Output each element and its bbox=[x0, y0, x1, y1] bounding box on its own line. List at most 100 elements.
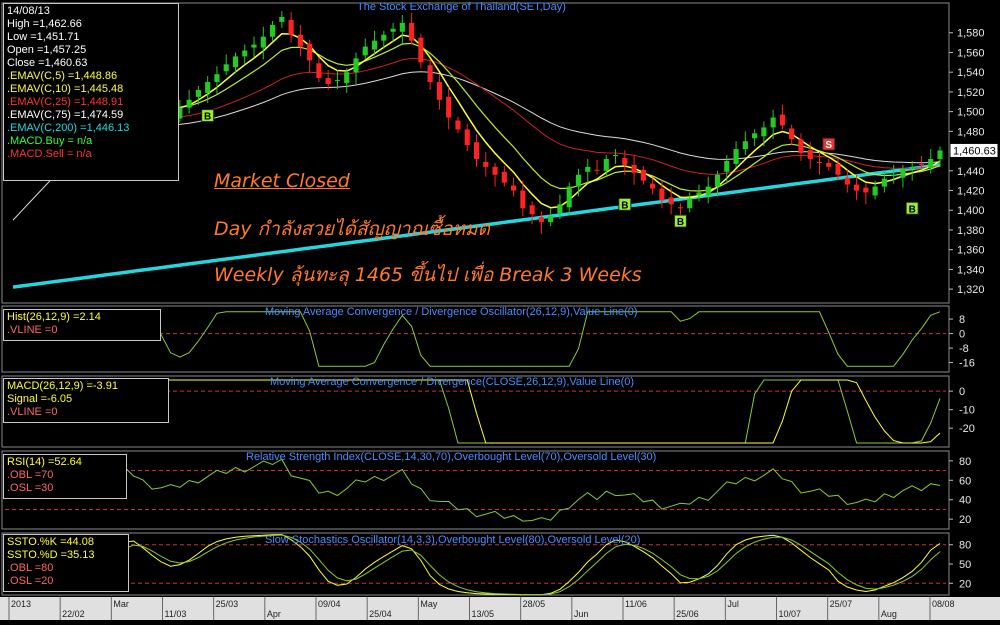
date-tick-label: 25/07 bbox=[830, 599, 853, 609]
signal-marker-label: B bbox=[909, 204, 916, 215]
candle-body bbox=[325, 78, 331, 85]
info-close: Close =1,460.63 bbox=[7, 57, 88, 69]
info-high: High =1,462.66 bbox=[7, 18, 82, 30]
candle-body bbox=[195, 89, 201, 97]
candle-body bbox=[622, 157, 628, 165]
candle-body bbox=[529, 205, 535, 215]
info-open: Open =1,457.25 bbox=[7, 44, 87, 56]
annotation-day: Day กำลังสวยได้สัญญาณซื้อหมด bbox=[214, 218, 490, 240]
price-tick-label: 1,500 bbox=[957, 107, 985, 119]
candle-body bbox=[455, 120, 461, 130]
macd-panel-title: Moving Average Convergence / Divergence(… bbox=[270, 376, 635, 388]
info-low: Low =1,451.71 bbox=[7, 31, 80, 43]
candle-body bbox=[566, 186, 572, 208]
candle-body bbox=[789, 128, 795, 140]
macd-info-box: MACD(26,12,9) =-3.91 Signal =-6.05 .VLIN… bbox=[3, 378, 169, 423]
candle-body bbox=[483, 161, 489, 167]
date-tick-label: 2013 bbox=[11, 599, 31, 609]
rsi-value: RSI(14) =52.64 bbox=[7, 456, 82, 468]
candle-body bbox=[446, 96, 452, 118]
candle-body bbox=[344, 72, 350, 84]
candle-body bbox=[826, 162, 832, 167]
price-tick-label: 1,380 bbox=[957, 225, 985, 237]
rsi-tick-label: 40 bbox=[959, 495, 971, 507]
date-tick-label: 13/05 bbox=[472, 609, 495, 619]
candle-body bbox=[705, 186, 711, 196]
date-tick-label: Aug bbox=[881, 609, 897, 619]
candle-body bbox=[436, 82, 442, 100]
candle-body bbox=[557, 204, 563, 214]
signal-marker-label: S bbox=[825, 140, 832, 151]
candle-body bbox=[779, 114, 785, 126]
candle-body bbox=[575, 174, 582, 187]
candle-body bbox=[640, 169, 646, 181]
date-tick-label: 25/06 bbox=[676, 609, 699, 619]
candle-body bbox=[473, 142, 480, 159]
price-tick-label: 1,560 bbox=[957, 47, 985, 59]
hist-tick-label: -8 bbox=[959, 343, 969, 355]
macd-signal: Signal =-6.05 bbox=[7, 393, 73, 405]
candle-body bbox=[362, 46, 368, 56]
stoch-tick-label: 80 bbox=[959, 540, 971, 552]
candle-body bbox=[381, 34, 387, 41]
candle-body bbox=[214, 74, 220, 83]
candle-body bbox=[371, 40, 378, 50]
candle-body bbox=[909, 166, 915, 169]
stock-chart[interactable]: 1,5801,5601,5401,5201,5001,4801,4601,440… bbox=[0, 0, 1000, 620]
macd-tick-label: -20 bbox=[959, 423, 975, 435]
date-tick-label: Mar bbox=[113, 599, 129, 609]
hist-value: Hist(26,12,9) =2.14 bbox=[7, 311, 101, 323]
signal-marker-label: B bbox=[204, 112, 211, 123]
info-macd-sell: .MACD.Sell = n/a bbox=[7, 148, 92, 160]
candle-body bbox=[612, 155, 619, 157]
rsi-tick-label: 20 bbox=[959, 514, 971, 526]
date-tick-label: Apr bbox=[267, 609, 281, 619]
candle-body bbox=[714, 174, 721, 187]
stoch-tick-label: 20 bbox=[959, 578, 971, 590]
date-tick-label: May bbox=[420, 599, 438, 609]
date-tick-label: 11/06 bbox=[625, 599, 647, 609]
price-tick-label: 1,520 bbox=[957, 87, 985, 99]
candle-body bbox=[464, 129, 470, 146]
candle-body bbox=[752, 133, 758, 139]
candle-body bbox=[798, 139, 804, 154]
candle-body bbox=[677, 207, 684, 209]
macd-vline: .VLINE =0 bbox=[7, 406, 58, 418]
rsi-tick-label: 80 bbox=[959, 456, 971, 468]
rsi-osl: .OSL =30 bbox=[7, 482, 54, 494]
rsi-info-box: RSI(14) =52.64 .OBL =70 .OSL =30 bbox=[3, 454, 127, 499]
candle-body bbox=[900, 168, 906, 178]
candle-body bbox=[844, 177, 850, 185]
price-panel-title: The Stock Exchange of Thailand(SET,Day) bbox=[357, 1, 566, 13]
candle-body bbox=[761, 127, 767, 137]
candle-body bbox=[835, 163, 841, 175]
info-ema10: .EMAV(C,10) =1,445.48 bbox=[7, 83, 124, 95]
price-tick-label: 1,340 bbox=[957, 264, 985, 276]
hist-tick-label: 8 bbox=[959, 314, 965, 326]
price-tick-label: 1,440 bbox=[957, 166, 985, 178]
rsi-tick-label: 60 bbox=[959, 475, 971, 487]
candle-body bbox=[316, 63, 322, 79]
date-tick-label: 28/05 bbox=[523, 599, 546, 609]
info-ema5: .EMAV(C,5) =1,448.86 bbox=[7, 70, 118, 82]
candle-body bbox=[872, 186, 878, 196]
candle-body bbox=[186, 99, 192, 108]
info-macd-buy: .MACD.Buy = n/a bbox=[7, 135, 93, 147]
rsi-line bbox=[12, 458, 941, 522]
date-tick-label: Jun bbox=[574, 609, 589, 619]
date-tick-label: 25/04 bbox=[369, 609, 392, 619]
stoch-info-box: SSTO.%K =44.08 SSTO.%D =35.13 .OBL =80 .… bbox=[3, 534, 129, 592]
info-date: 14/08/13 bbox=[7, 5, 50, 17]
candle-body bbox=[501, 171, 507, 183]
candle-body bbox=[687, 198, 693, 209]
candle-body bbox=[520, 190, 526, 209]
candle-body bbox=[548, 216, 554, 223]
date-tick-label: 11/03 bbox=[165, 609, 187, 619]
rsi-obl: .OBL =70 bbox=[7, 469, 54, 481]
price-tick-label: 1,360 bbox=[957, 245, 985, 257]
candle-body bbox=[631, 164, 637, 173]
current-price-label: 1,460.63 bbox=[953, 145, 996, 157]
stoch-osl: .OSL =20 bbox=[7, 575, 54, 587]
candle-body bbox=[390, 28, 396, 32]
candle-body bbox=[696, 192, 702, 196]
